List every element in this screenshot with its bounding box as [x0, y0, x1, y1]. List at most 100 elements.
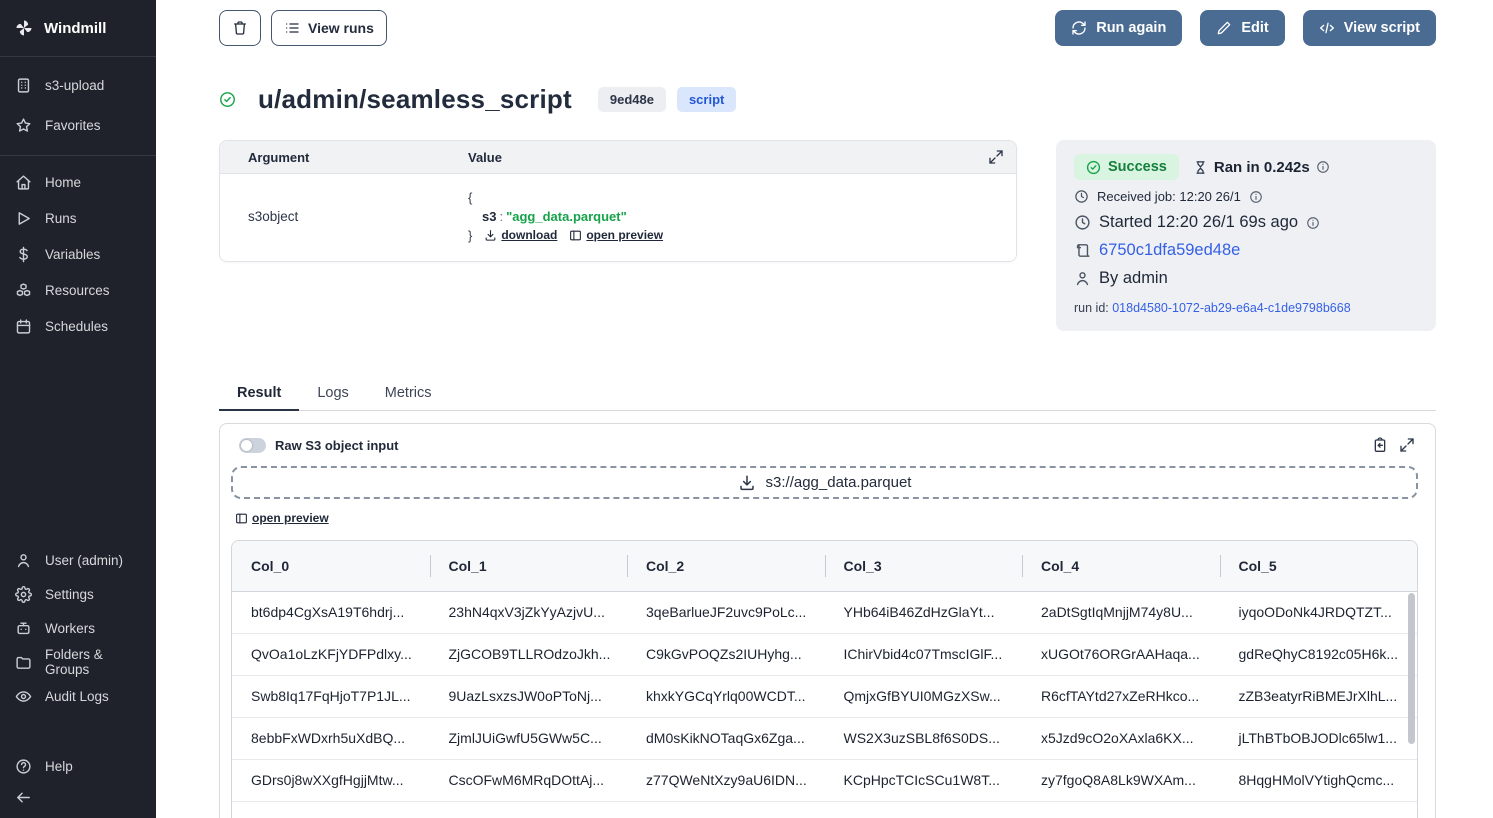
sidebar-item-label: Workers — [45, 621, 95, 636]
table-scrollbar[interactable] — [1408, 593, 1415, 744]
view-runs-label: View runs — [308, 20, 374, 36]
sidebar-item-favorites[interactable]: Favorites — [0, 105, 156, 145]
page-title: u/admin/seamless_script — [258, 84, 572, 115]
sidebar-item-help[interactable]: Help — [0, 749, 156, 783]
middle-section: Argument Value s3object { s3:"agg_data.p… — [219, 140, 1436, 331]
list-icon — [284, 20, 300, 36]
open-preview-link[interactable]: open preview — [569, 226, 663, 245]
windmill-logo-icon — [14, 18, 34, 38]
column-header[interactable]: Col_5 — [1220, 541, 1418, 591]
refresh-icon — [1071, 20, 1087, 36]
copy-to-clipboard-icon[interactable] — [1372, 437, 1388, 453]
star-icon — [15, 117, 32, 134]
expand-icon[interactable] — [1399, 437, 1415, 453]
tab-metrics[interactable]: Metrics — [367, 385, 450, 410]
job-hash-row: 6750c1dfa59ed48e — [1074, 241, 1418, 260]
info-icon[interactable] — [1316, 160, 1330, 174]
table-row[interactable]: bt6dp4CgXsA19T6hdrj...23hN4qxV3jZkYyAzjv… — [232, 591, 1417, 633]
table-cell: iyqoODoNk4JRDQTZT... — [1220, 591, 1418, 633]
column-header[interactable]: Col_0 — [232, 541, 430, 591]
table-row[interactable]: 8ebbFxWDxrh5uXdBQ...ZjmlJUiGwfU5GWw5C...… — [232, 717, 1417, 759]
s3-download-box[interactable]: s3://agg_data.parquet — [231, 466, 1418, 499]
success-check-icon — [219, 91, 236, 108]
tab-result[interactable]: Result — [219, 385, 299, 410]
sidebar-item-workers[interactable]: Workers — [0, 611, 156, 645]
table-cell: QvOa1oLzKFjYDFPdlxy... — [232, 633, 430, 675]
check-circle-icon — [1086, 160, 1101, 175]
table-cell: R6cfTAYtd27xZeRHkco... — [1022, 675, 1220, 717]
argument-name: s3object — [248, 188, 468, 245]
edit-button[interactable]: Edit — [1200, 10, 1284, 46]
download-link[interactable]: download — [484, 226, 557, 245]
table-cell: YHb64iB46ZdHzGlaYt... — [825, 591, 1023, 633]
json-close-brace: } — [468, 226, 472, 245]
table-cell: xUGOt76ORGrAAHaqa... — [1022, 633, 1220, 675]
windmill-brand[interactable]: Windmill — [0, 10, 156, 46]
argument-row: s3object { s3:"agg_data.parquet" } downl… — [220, 174, 1016, 261]
sidebar-item-home[interactable]: Home — [0, 164, 156, 200]
sidebar-item-runs[interactable]: Runs — [0, 200, 156, 236]
brand-label: Windmill — [44, 20, 106, 37]
table-row[interactable]: QvOa1oLzKFjYDFPdlxy...ZjGCOB9TLLROdzoJkh… — [232, 633, 1417, 675]
info-icon[interactable] — [1249, 190, 1263, 204]
value-column-header: Value — [468, 150, 988, 165]
raw-s3-toggle[interactable] — [239, 438, 266, 453]
json-open-brace: { — [468, 188, 663, 207]
table-cell: zy7fgoQ8A8Lk9WXAm... — [1022, 759, 1220, 801]
clock-icon — [1074, 214, 1091, 231]
table-cell: CscOFwM6MRqDOttAj... — [430, 759, 628, 801]
sidebar-item-folders-groups[interactable]: Folders & Groups — [0, 645, 156, 679]
toolbar: View runs Run again Edit View script — [219, 10, 1436, 46]
user-icon — [15, 552, 32, 569]
bot-icon — [15, 620, 32, 637]
table-cell: bt6dp4CgXsA19T6hdrj... — [232, 591, 430, 633]
table-row[interactable]: GDrs0j8wXXgfHgjjMtw...CscOFwM6MRqDOttAj.… — [232, 759, 1417, 801]
table-cell: 8ebbFxWDxrh5uXdBQ... — [232, 717, 430, 759]
user-icon — [1074, 270, 1091, 287]
sidebar-item-audit-logs[interactable]: Audit Logs — [0, 679, 156, 713]
sidebar-item-label: User (admin) — [45, 553, 123, 568]
run-id-link[interactable]: 018d4580-1072-ab29-e6a4-c1de9798b668 — [1112, 301, 1350, 315]
run-info-panel: Success Ran in 0.242s Received job: 12:2… — [1056, 140, 1436, 331]
view-script-button[interactable]: View script — [1303, 10, 1436, 46]
boxes-icon — [15, 282, 32, 299]
tab-logs[interactable]: Logs — [299, 385, 366, 410]
sidebar-item-resources[interactable]: Resources — [0, 272, 156, 308]
table-row[interactable]: Swb8Iq17FqHjoT7P1JL...9UazLsxzsJW0oPToNj… — [232, 675, 1417, 717]
column-header[interactable]: Col_1 — [430, 541, 628, 591]
expand-icon[interactable] — [988, 149, 1004, 165]
sidebar-item-schedules[interactable]: Schedules — [0, 308, 156, 344]
delete-button[interactable] — [219, 10, 261, 46]
view-runs-button[interactable]: View runs — [271, 10, 387, 46]
hash-badge: 9ed48e — [598, 87, 666, 112]
job-hash-link[interactable]: 6750c1dfa59ed48e — [1099, 241, 1240, 260]
column-header[interactable]: Col_2 — [627, 541, 825, 591]
column-header[interactable]: Col_4 — [1022, 541, 1220, 591]
result-tabs: Result Logs Metrics — [219, 385, 1436, 411]
result-table-body: bt6dp4CgXsA19T6hdrj...23hN4qxV3jZkYyAzjv… — [232, 591, 1417, 801]
table-cell: ZjmlJUiGwfU5GWw5C... — [430, 717, 628, 759]
table-cell: zZB3eatyrRiBMEJrXlhL... — [1220, 675, 1418, 717]
info-icon[interactable] — [1306, 216, 1320, 230]
home-icon — [15, 174, 32, 191]
column-header[interactable]: Col_3 — [825, 541, 1023, 591]
sidebar-item-s3-upload[interactable]: s3-upload — [0, 65, 156, 105]
sidebar-item-variables[interactable]: Variables — [0, 236, 156, 272]
arguments-table: Argument Value s3object { s3:"agg_data.p… — [219, 140, 1017, 262]
hourglass-icon — [1193, 160, 1208, 175]
play-icon — [15, 210, 32, 227]
s3-uri: s3://agg_data.parquet — [766, 474, 912, 491]
run-again-button[interactable]: Run again — [1055, 10, 1182, 46]
json-string-value: "agg_data.parquet" — [506, 209, 627, 224]
eye-icon — [15, 688, 32, 705]
table-cell: khxkYGCqYrlq00WCDT... — [627, 675, 825, 717]
collapse-sidebar-button[interactable] — [0, 783, 156, 810]
table-cell: C9kGvPOQZs2IUHyhg... — [627, 633, 825, 675]
sidebar-item-user[interactable]: User (admin) — [0, 543, 156, 577]
sidebar-item-settings[interactable]: Settings — [0, 577, 156, 611]
dollar-icon — [15, 246, 32, 263]
json-colon: : — [496, 209, 506, 224]
open-preview-link[interactable]: open preview — [235, 511, 1418, 525]
table-cell: 8HqgHMolVYtighQcmc... — [1220, 759, 1418, 801]
view-script-label: View script — [1344, 20, 1420, 36]
